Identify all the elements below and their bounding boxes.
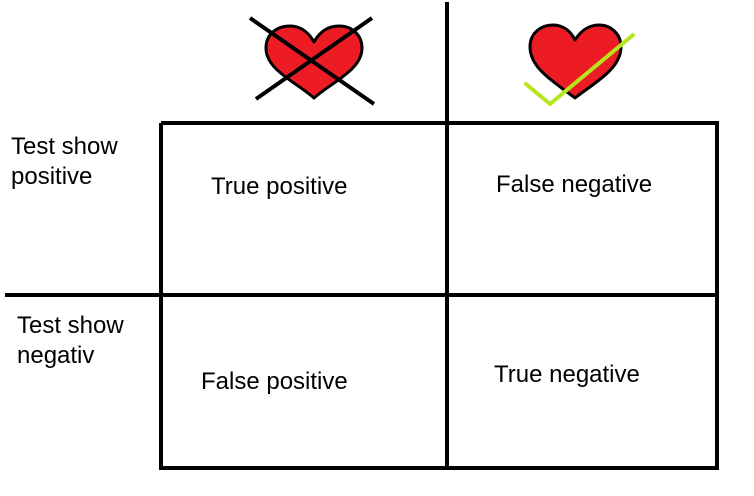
cell-false-positive: False positive bbox=[201, 368, 348, 395]
cell-true-positive: True positive bbox=[211, 173, 348, 200]
heart-shape bbox=[528, 23, 623, 100]
diagram-drawing bbox=[5, 2, 719, 470]
row-label-line: negativ bbox=[17, 342, 95, 369]
row-label-line: Test show bbox=[17, 312, 124, 339]
row-label-test-positive: Test show positive bbox=[11, 132, 118, 192]
cell-true-negative: True negative bbox=[494, 361, 640, 388]
row-label-line: positive bbox=[11, 163, 93, 190]
confusion-matrix-diagram: Test show positive Test show negativ Tru… bbox=[0, 0, 754, 496]
row-label-test-negative: Test show negativ bbox=[17, 311, 124, 371]
heart-checkmark-icon bbox=[524, 23, 635, 106]
cell-false-negative: False negative bbox=[496, 171, 653, 198]
heart-crossed-out-icon bbox=[248, 16, 376, 106]
row-label-line: Test show bbox=[11, 133, 118, 160]
grid-lines bbox=[5, 2, 719, 470]
